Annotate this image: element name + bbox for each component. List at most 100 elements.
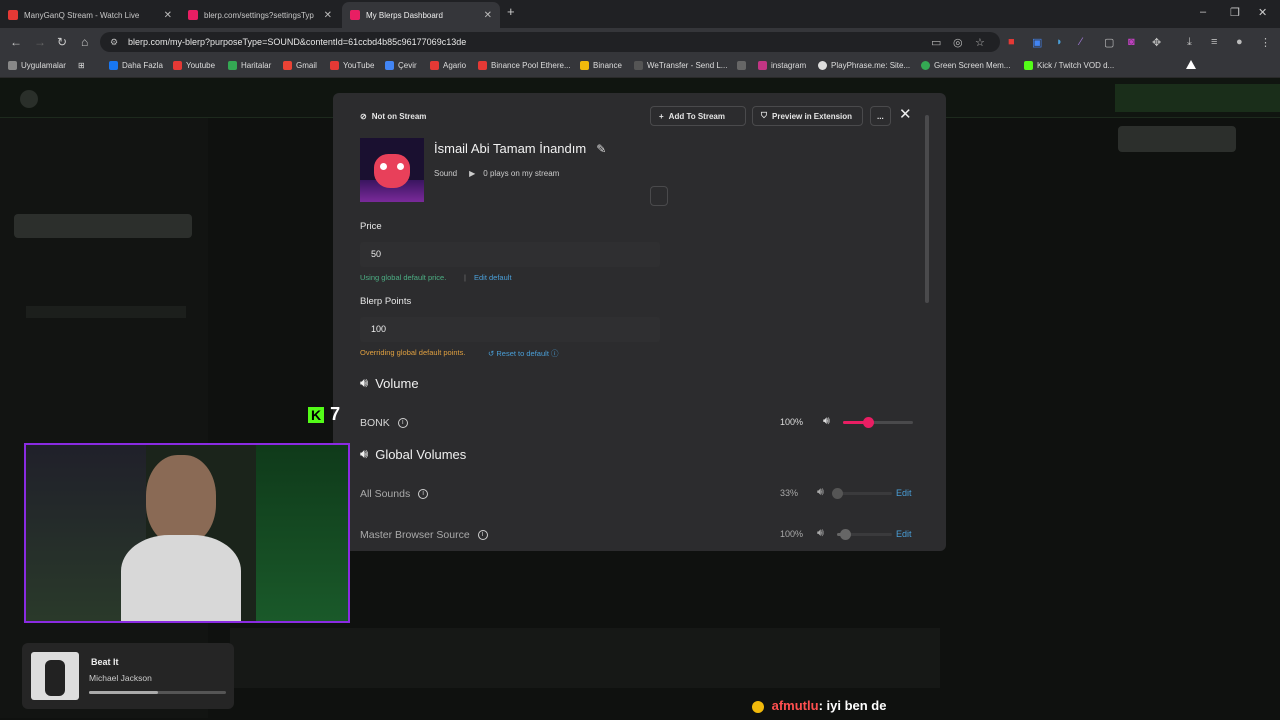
section-title: Global Volumes	[375, 446, 467, 462]
puzzle-icon[interactable]: ✥	[1152, 36, 1161, 49]
address-bar[interactable]: ⚙ blerp.com/my-blerp?purposeType=SOUND&c…	[100, 32, 1000, 52]
url-text: blerp.com/my-blerp?purposeType=SOUND&con…	[128, 37, 467, 47]
back-icon[interactable]: ←	[10, 35, 22, 49]
add-to-stream-button[interactable]: + Add To Stream	[650, 106, 746, 126]
apps-grid-icon[interactable]: ⊞	[78, 61, 85, 70]
download-icon[interactable]: ⤓	[1187, 36, 1192, 49]
bookmark-item[interactable]: PlayPhrase.me: Site...	[818, 61, 910, 70]
translate-icon[interactable]: ▣	[1032, 36, 1042, 49]
bookmark-item[interactable]: Gmail	[283, 61, 317, 70]
bookmark-item[interactable]: Binance	[580, 61, 622, 70]
minimize-button[interactable]: –	[1200, 6, 1206, 18]
extension-icon[interactable]: ■	[1008, 36, 1015, 48]
facebook-icon	[109, 61, 118, 70]
bookmark-item[interactable]: Haritalar	[228, 61, 271, 70]
chat-text: : iyi ben de	[818, 698, 887, 713]
track-title: Beat It	[91, 657, 119, 667]
tab-stream[interactable]: ManyGanQ Stream - Watch Live ✕	[0, 2, 180, 28]
volume-slider[interactable]	[832, 488, 892, 499]
bookmark-apps[interactable]: Uygulamalar	[8, 61, 66, 70]
eye-off-icon[interactable]: ◎	[953, 36, 963, 49]
volume-percent: 100%	[780, 529, 804, 539]
album-art	[31, 652, 79, 700]
reload-icon[interactable]: ↻	[57, 35, 67, 49]
close-tab-icon[interactable]: ✕	[164, 10, 172, 21]
toolbar: ← → ↻ ⌂ ⚙ blerp.com/my-blerp?purposeType…	[0, 28, 1280, 56]
blerp-thumbnail	[360, 138, 424, 202]
close-tab-icon[interactable]: ✕	[324, 10, 332, 21]
bookmark-item[interactable]: Agario	[430, 61, 466, 70]
preview-extension-button[interactable]: ⛉ Preview in Extension	[752, 106, 863, 126]
tab-settings[interactable]: blerp.com/settings?settingsTyp ✕	[180, 2, 340, 28]
bookmarks-bar: Uygulamalar ⊞ Daha Fazla Youtube Harital…	[0, 56, 1280, 78]
more-button[interactable]: ...	[870, 106, 891, 126]
speaker-icon[interactable]: 🔊︎	[823, 415, 830, 428]
bookmark-item[interactable]: Kick / Twitch VOD d...	[1024, 61, 1114, 70]
bookmark-label: Binance	[593, 61, 622, 70]
speaker-icon: 🔊︎	[360, 446, 369, 461]
play-icon[interactable]: ▶	[469, 169, 475, 178]
slider-knob[interactable]	[832, 488, 843, 499]
chat-username: afmutlu	[771, 698, 819, 713]
button-label: Add To Stream	[668, 111, 725, 121]
bookmark-item[interactable]: instagram	[758, 61, 806, 70]
site-info-icon[interactable]: ⚙	[110, 32, 118, 52]
header-action-button[interactable]	[1115, 84, 1280, 112]
close-tab-icon[interactable]: ✕	[484, 10, 492, 21]
extension-icon[interactable]: ◗	[1056, 36, 1063, 48]
media-icon[interactable]: ≡	[1211, 36, 1217, 48]
dim-button[interactable]	[1118, 126, 1236, 152]
add-to-stream-button[interactable]	[650, 186, 668, 206]
slider-knob[interactable]	[862, 417, 874, 428]
reset-default-link[interactable]: ↺ Reset to default ⓘ	[488, 348, 559, 359]
speaker-icon[interactable]: 🔊︎	[817, 486, 824, 499]
sidebar-item[interactable]	[26, 306, 186, 318]
sidebar-button[interactable]	[14, 214, 192, 238]
edit-link[interactable]: Edit	[896, 488, 912, 498]
extension-icon[interactable]: ⁄	[1080, 36, 1082, 48]
bookmark-item[interactable]: Green Screen Mem...	[921, 61, 1010, 70]
close-window-button[interactable]: ✕	[1258, 6, 1267, 19]
extension-icon[interactable]: ▢	[1104, 36, 1114, 49]
edit-default-link[interactable]: Edit default	[474, 273, 512, 282]
forward-icon[interactable]: →	[34, 35, 46, 49]
bookmark-label: instagram	[771, 61, 807, 70]
tab-label: ManyGanQ Stream - Watch Live	[24, 10, 140, 20]
translate-icon	[385, 61, 394, 70]
star-icon[interactable]: ☆	[975, 36, 985, 49]
tab-dashboard[interactable]: My Blerps Dashboard ✕	[342, 2, 500, 28]
pencil-icon[interactable]: ✎	[596, 142, 606, 156]
bookmark-label: Daha Fazla	[122, 61, 163, 70]
info-icon[interactable]: i	[477, 530, 488, 540]
menu-icon[interactable]: ⋮	[1260, 36, 1271, 49]
playphrase-icon	[818, 61, 827, 70]
install-icon[interactable]: ▭	[931, 36, 941, 49]
bookmark-item[interactable]: Binance Pool Ethere...	[478, 61, 571, 70]
bookmark-item[interactable]	[737, 61, 746, 70]
info-icon[interactable]: i	[418, 489, 429, 499]
new-tab-button[interactable]: +	[507, 4, 515, 19]
maximize-button[interactable]: ❐	[1230, 6, 1240, 19]
bookmark-item[interactable]: Çevir	[385, 61, 417, 70]
bookmark-label: Haritalar	[241, 61, 272, 70]
bookmark-item[interactable]: YouTube	[330, 61, 374, 70]
price-input[interactable]: 50	[360, 242, 660, 267]
bookmark-item[interactable]: Daha Fazla	[109, 61, 163, 70]
bookmark-item[interactable]: WeTransfer - Send L...	[634, 61, 727, 70]
info-icon[interactable]: i	[397, 418, 408, 428]
speaker-icon[interactable]: 🔊︎	[817, 527, 824, 540]
home-icon[interactable]: ⌂	[81, 35, 88, 49]
youtube-icon	[478, 61, 487, 70]
points-input[interactable]: 100	[360, 317, 660, 342]
points-hint: Overriding global default points.	[360, 348, 466, 357]
gmail-icon	[283, 61, 292, 70]
volume-slider[interactable]	[837, 529, 892, 540]
edit-link[interactable]: Edit	[896, 529, 912, 539]
volume-slider[interactable]	[843, 417, 913, 428]
modal-scrollbar[interactable]	[925, 115, 929, 303]
tab-strip: ManyGanQ Stream - Watch Live ✕ blerp.com…	[0, 0, 1280, 28]
close-icon[interactable]: ✕	[899, 105, 912, 123]
extension-icon[interactable]: ◙	[1128, 36, 1135, 48]
bookmark-item[interactable]: Youtube	[173, 61, 215, 70]
avatar[interactable]: ●	[1236, 36, 1243, 48]
